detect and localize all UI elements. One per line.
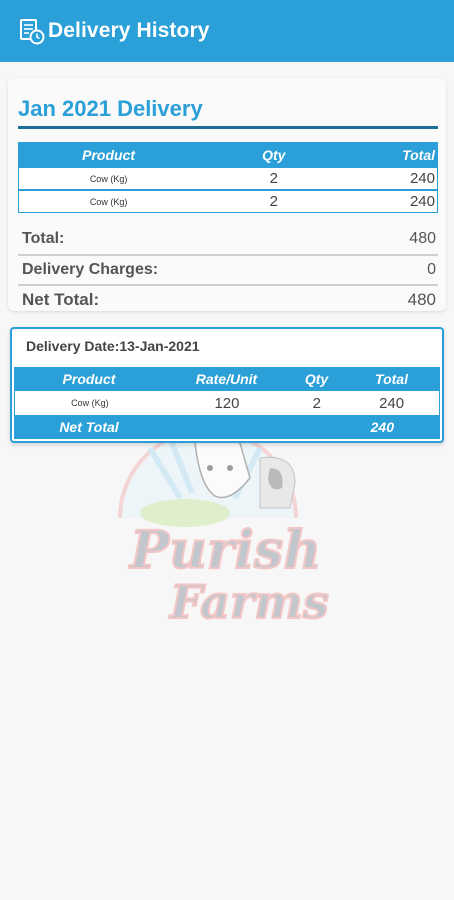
table-row: Cow (Kg) 2 240: [19, 189, 437, 212]
total-cell: 240: [409, 170, 435, 187]
total-row: Total: 480: [18, 224, 438, 254]
column-header-total: Total: [375, 371, 408, 387]
delivery-products-table: Product Rate/Unit Qty Total Cow (Kg) 120…: [14, 367, 440, 439]
column-header-rate: Rate/Unit: [195, 371, 258, 387]
total-cell: 240: [409, 193, 435, 210]
delivery-clock-icon: [20, 19, 45, 45]
product-cell: Cow (Kg): [89, 173, 128, 184]
delivery-card[interactable]: Delivery Date:13-Jan-2021 Product Rate/U…: [10, 327, 444, 443]
table-row: Cow (Kg) 120 2 240: [14, 391, 440, 415]
page-title: Delivery History: [48, 19, 210, 42]
monthly-summary-card: Jan 2021 Delivery Product Qty Total Cow …: [8, 78, 446, 311]
column-header-product: Product: [82, 146, 136, 163]
column-header-product: Product: [62, 371, 116, 387]
net-total-label: Net Total:: [22, 290, 100, 309]
watermark-word-1: Purish: [128, 520, 321, 581]
qty-cell: 2: [269, 193, 278, 210]
table-header: Product Qty Total: [19, 143, 437, 166]
total-label: Total:: [22, 230, 65, 247]
net-total-value: 480: [407, 290, 436, 309]
title-divider: [18, 126, 438, 129]
app-bar: Delivery History: [0, 0, 454, 62]
qty-cell: 2: [312, 394, 321, 412]
qty-cell: 2: [269, 170, 278, 187]
delivery-date: Delivery Date:13-Jan-2021: [26, 338, 200, 354]
column-header-qty: Qty: [262, 146, 286, 163]
table-row: Cow (Kg) 2 240: [19, 166, 437, 189]
column-header-qty: Qty: [304, 371, 329, 387]
delivery-charges-row: Delivery Charges: 0: [18, 254, 438, 284]
purish-farms-watermark-logo: Purish Farms: [118, 438, 330, 630]
product-cell: Cow (Kg): [71, 398, 109, 408]
total-cell: 240: [379, 394, 405, 412]
watermark-word-2: Farms: [168, 575, 329, 629]
net-total-label: Net Total: [59, 419, 119, 435]
net-total-row: Net Total: 480: [18, 284, 438, 314]
rate-cell: 120: [214, 394, 240, 412]
delivery-charges-value: 0: [427, 261, 436, 278]
table-header: Product Rate/Unit Qty Total: [14, 367, 440, 391]
delivery-charges-label: Delivery Charges:: [22, 261, 159, 278]
month-title: Jan 2021 Delivery: [18, 96, 203, 121]
monthly-products-table: Product Qty Total Cow (Kg) 2 240 Cow (Kg…: [18, 142, 438, 213]
table-footer: Net Total 240: [14, 415, 440, 439]
column-header-total: Total: [402, 146, 435, 163]
net-total-value: 240: [370, 419, 394, 435]
total-value: 480: [409, 230, 436, 247]
product-cell: Cow (Kg): [89, 196, 128, 207]
